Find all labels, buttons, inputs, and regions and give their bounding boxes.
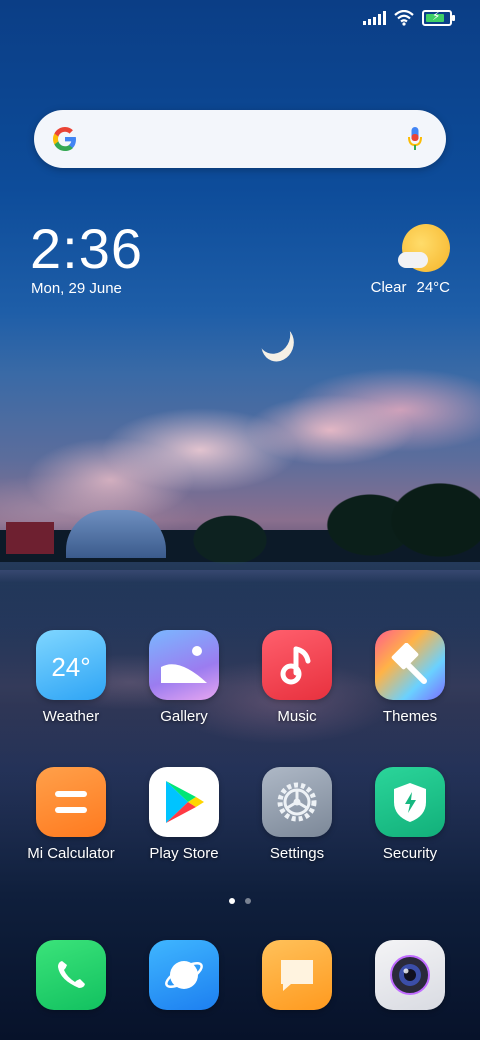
weather-icon: 24° — [36, 630, 106, 700]
app-gallery[interactable]: Gallery — [129, 630, 239, 725]
security-shield-icon — [375, 767, 445, 837]
google-search-bar[interactable] — [34, 110, 446, 168]
battery-charging-icon: ⚡ — [422, 9, 455, 26]
dock-camera[interactable] — [355, 940, 465, 1010]
app-label: Security — [382, 845, 438, 862]
app-play-store[interactable]: Play Store — [129, 767, 239, 862]
app-label: Settings — [269, 845, 325, 862]
clock-time[interactable]: 2:36 — [30, 218, 143, 280]
settings-gear-icon — [262, 767, 332, 837]
gallery-icon — [149, 630, 219, 700]
weather-condition: Clear — [370, 279, 407, 296]
weather-temperature: 24°C — [416, 279, 450, 296]
weather-icon-temp: 24° — [51, 651, 91, 682]
signal-icon — [363, 11, 386, 25]
messages-icon — [262, 940, 332, 1010]
mic-icon[interactable] — [408, 125, 422, 153]
app-label: Weather — [42, 708, 100, 725]
dock-browser[interactable] — [129, 940, 239, 1010]
page-indicator — [0, 898, 480, 904]
phone-icon — [36, 940, 106, 1010]
wifi-icon — [394, 10, 414, 26]
wallpaper-barn — [6, 522, 54, 554]
dock-phone[interactable] — [16, 940, 126, 1010]
google-logo-icon — [50, 122, 80, 156]
page-dot-active[interactable] — [229, 898, 235, 904]
app-music[interactable]: Music — [242, 630, 352, 725]
browser-icon — [149, 940, 219, 1010]
weather-widget[interactable]: Clear 24°C — [371, 279, 450, 296]
play-store-icon — [149, 767, 219, 837]
themes-brush-icon — [375, 630, 445, 700]
app-label: Themes — [382, 708, 438, 725]
clock-date[interactable]: Mon, 29 June — [31, 280, 122, 297]
dock-messages[interactable] — [242, 940, 352, 1010]
app-label: Gallery — [160, 708, 208, 725]
app-themes[interactable]: Themes — [355, 630, 465, 725]
app-settings[interactable]: Settings — [242, 767, 352, 862]
app-label: Music — [277, 708, 317, 725]
page-dot[interactable] — [245, 898, 251, 904]
status-bar: ⚡ — [363, 9, 455, 26]
calculator-icon — [36, 767, 106, 837]
cloud-icon — [398, 252, 428, 268]
app-weather[interactable]: 24° Weather — [16, 630, 126, 725]
app-mi-calculator[interactable]: Mi Calculator — [16, 767, 126, 862]
app-label: Mi Calculator — [27, 845, 115, 862]
camera-icon — [375, 940, 445, 1010]
music-note-icon — [262, 630, 332, 700]
app-label: Play Store — [149, 845, 219, 862]
app-security[interactable]: Security — [355, 767, 465, 862]
